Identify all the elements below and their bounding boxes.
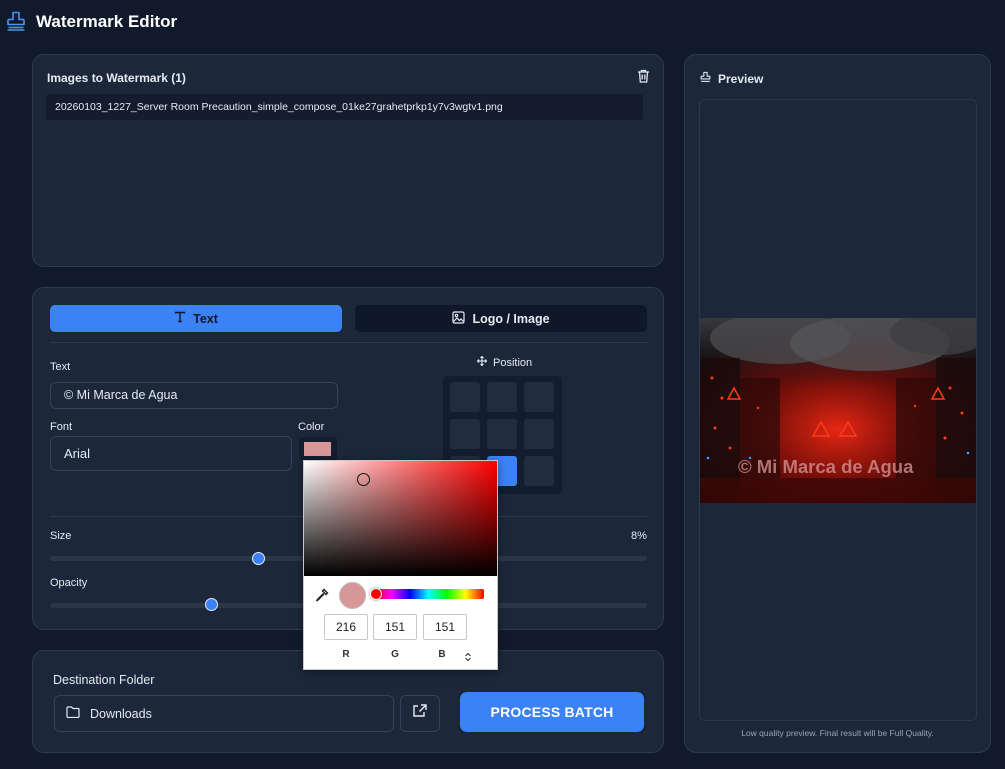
images-panel-title: Images to Watermark (1) (47, 71, 186, 85)
color-field-label: Color (298, 421, 325, 433)
destination-folder-value: Downloads (90, 706, 152, 721)
preview-panel: Preview © Mi Marca de Agua Low quality p… (684, 54, 991, 753)
saturation-value-area[interactable] (304, 461, 497, 576)
process-batch-button[interactable]: PROCESS BATCH (460, 692, 644, 732)
tab-text-label: Text (193, 311, 218, 326)
color-picker-popover: 216 151 151 R G B (303, 460, 498, 670)
size-label: Size (50, 530, 72, 542)
preview-image: © Mi Marca de Agua (700, 318, 976, 503)
watermark-text-value: © Mi Marca de Agua (64, 388, 178, 402)
image-icon (452, 310, 466, 327)
preview-title: Preview (718, 72, 764, 86)
position-label: Position (493, 356, 533, 369)
current-color-preview (339, 582, 366, 609)
color-swatch (304, 442, 331, 456)
color-swatch-button[interactable] (299, 437, 337, 461)
saturation-value-handle[interactable] (357, 473, 370, 486)
position-middle-center[interactable] (487, 419, 517, 449)
external-link-icon (413, 704, 427, 723)
move-icon (476, 355, 488, 369)
app-title: Watermark Editor (36, 12, 178, 31)
tab-logo-image-label: Logo / Image (472, 311, 550, 326)
text-icon (174, 311, 186, 326)
position-bottom-right[interactable] (524, 456, 554, 486)
hue-slider[interactable] (373, 589, 484, 599)
green-label: G (391, 649, 399, 660)
opacity-slider-thumb[interactable] (204, 598, 218, 611)
blue-label: B (438, 649, 446, 660)
position-top-right[interactable] (524, 382, 554, 412)
stamp-icon (700, 70, 711, 88)
hue-slider-handle[interactable] (370, 588, 382, 600)
open-folder-button[interactable] (400, 695, 440, 732)
preview-header: Preview (700, 70, 763, 88)
opacity-label: Opacity (50, 577, 88, 589)
size-slider-thumb[interactable] (252, 552, 266, 565)
file-list-item[interactable]: 20260103_1227_Server Room Precaution_sim… (46, 94, 643, 120)
position-header: Position (476, 355, 533, 369)
tab-logo-image[interactable]: Logo / Image (355, 305, 647, 332)
preview-footnote: Low quality preview. Final result will b… (741, 728, 934, 738)
font-select[interactable]: Arial (50, 436, 292, 471)
destination-folder-input[interactable]: Downloads (54, 695, 394, 732)
tab-divider (50, 342, 647, 343)
destination-label: Destination Folder (53, 673, 155, 687)
tab-text[interactable]: Text (50, 305, 342, 332)
text-field-label: Text (50, 361, 71, 373)
color-mode-toggle-icon[interactable] (464, 649, 472, 667)
preview-canvas: © Mi Marca de Agua (699, 99, 977, 721)
position-top-left[interactable] (450, 382, 480, 412)
position-top-center[interactable] (487, 382, 517, 412)
folder-icon (66, 706, 80, 721)
position-middle-right[interactable] (524, 419, 554, 449)
watermark-text-input[interactable]: © Mi Marca de Agua (50, 382, 338, 409)
eyedropper-icon[interactable] (315, 588, 329, 607)
trash-icon[interactable] (637, 69, 650, 83)
position-middle-left[interactable] (450, 419, 480, 449)
green-input[interactable]: 151 (373, 614, 417, 640)
font-select-value: Arial (64, 446, 91, 461)
red-label: R (342, 649, 350, 660)
preview-watermark-text: © Mi Marca de Agua (738, 456, 914, 477)
stamp-icon (6, 10, 26, 32)
blue-input[interactable]: 151 (423, 614, 467, 640)
font-field-label: Font (50, 421, 73, 433)
red-input[interactable]: 216 (324, 614, 368, 640)
images-panel: Images to Watermark (1) 20260103_1227_Se… (32, 54, 664, 267)
size-value: 8% (631, 530, 647, 542)
